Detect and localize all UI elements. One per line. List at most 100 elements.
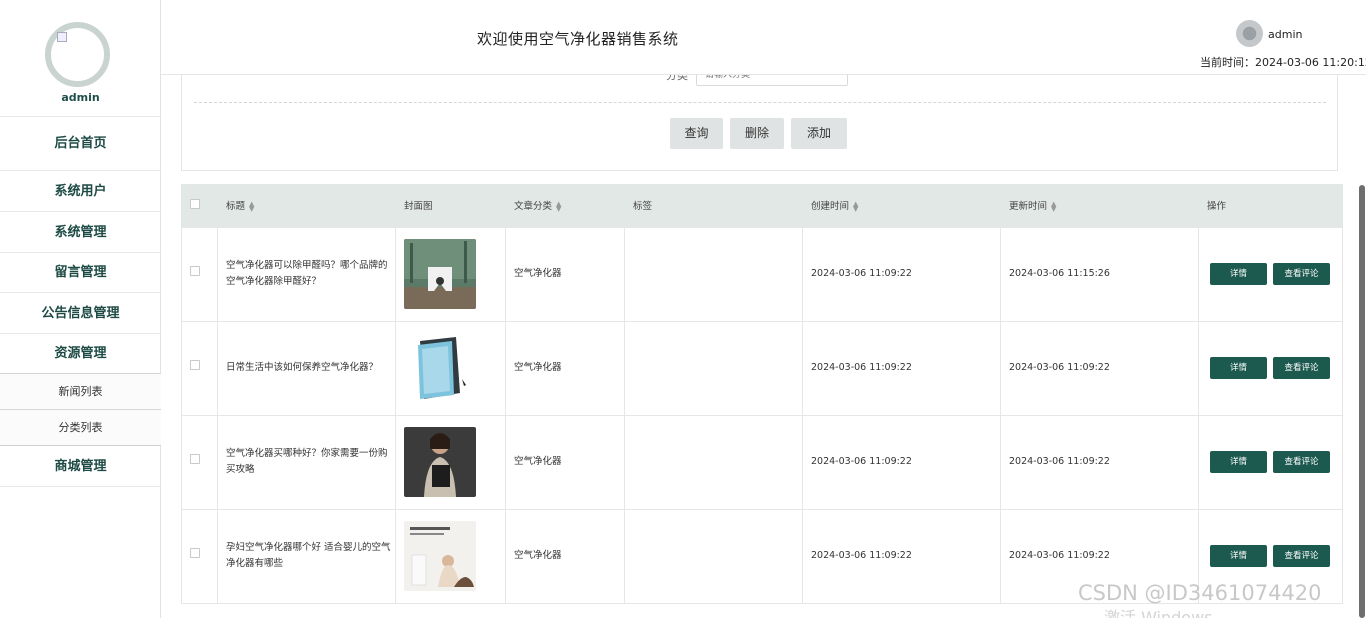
sidebar-item-shop[interactable]: 商城管理: [0, 445, 161, 486]
cover-cell: [395, 508, 506, 604]
news-table: 标题 ▲ ▼ 封面图 文章分类 ▲ ▼ 标签 创建时间 ▲ ▼ 更新时间 ▲ ▼ 操作 空气净化…: [181, 184, 1343, 604]
select-all-checkbox[interactable]: [190, 198, 200, 209]
created-cell: 2024-03-06 11:09:22: [802, 414, 1001, 510]
column-cover-label: 封面图: [404, 201, 433, 213]
broken-image-icon: [57, 32, 67, 42]
cover-image: [404, 333, 476, 403]
column-created[interactable]: 创建时间 ▲ ▼: [802, 184, 1001, 227]
sidebar-item-home[interactable]: 后台首页: [0, 116, 161, 170]
column-cover: 封面图: [395, 184, 506, 227]
actions-cell: 详情 查看评论: [1198, 414, 1343, 510]
cover-cell: [395, 226, 506, 322]
column-category-label: 文章分类: [514, 201, 553, 213]
header: 欢迎使用空气净化器销售系统 admin 当前时间：2024-03-06 11:2…: [161, 0, 1366, 75]
cover-cell: [395, 320, 506, 416]
column-actions: 操作: [1198, 184, 1343, 227]
table-row: 空气净化器买哪种好？你家需要一份购买攻略 空气净化器 2024-03-06 11…: [181, 414, 1343, 510]
column-title[interactable]: 标题 ▲ ▼: [217, 184, 396, 227]
title-cell: 空气净化器买哪种好？你家需要一份购买攻略: [217, 414, 396, 510]
tag-cell: [624, 226, 803, 322]
title-cell: 空气净化器可以除甲醛吗？哪个品牌的空气净化器除甲醛好？: [217, 226, 396, 322]
table-header-row: 标题 ▲ ▼ 封面图 文章分类 ▲ ▼ 标签 创建时间 ▲ ▼ 更新时间 ▲ ▼ 操作: [181, 184, 1343, 227]
delete-button[interactable]: 删除: [730, 118, 784, 149]
sort-icon[interactable]: ▲ ▼: [249, 200, 254, 212]
detail-button[interactable]: 详情: [1210, 545, 1267, 567]
sidebar-item-announcements[interactable]: 公告信息管理: [0, 292, 161, 333]
windows-activation-watermark: 激活 Windows: [1104, 608, 1213, 618]
user-avatar-icon[interactable]: [1236, 20, 1263, 47]
row-select-cell[interactable]: [181, 320, 218, 416]
sidebar-subitem-news-list[interactable]: 新闻列表: [0, 373, 161, 409]
column-created-label: 创建时间: [811, 201, 850, 213]
divider: [194, 102, 1326, 103]
created-cell: 2024-03-06 11:09:22: [802, 508, 1001, 604]
column-updated[interactable]: 更新时间 ▲ ▼: [1000, 184, 1199, 227]
column-category[interactable]: 文章分类 ▲ ▼: [505, 184, 625, 227]
table-row: 日常生活中该如何保养空气净化器？ 空气净化器 2024-03-06 11:09:…: [181, 320, 1343, 416]
row-select-cell[interactable]: [181, 414, 218, 510]
header-select-all[interactable]: [181, 184, 218, 227]
detail-button[interactable]: 详情: [1210, 451, 1267, 473]
actions-cell: 详情 查看评论: [1198, 320, 1343, 416]
category-cell: 空气净化器: [505, 508, 625, 604]
view-comments-button[interactable]: 查看评论: [1273, 545, 1331, 567]
sort-icon[interactable]: ▲ ▼: [853, 200, 858, 212]
created-cell: 2024-03-06 11:09:22: [802, 226, 1001, 322]
category-cell: 空气净化器: [505, 414, 625, 510]
search-panel: 分类 查询 删除 添加: [181, 60, 1338, 171]
updated-cell: 2024-03-06 11:09:22: [1000, 414, 1199, 510]
tag-cell: [624, 320, 803, 416]
avatar: [45, 22, 110, 87]
sort-icon[interactable]: ▲ ▼: [556, 200, 561, 212]
tag-cell: [624, 414, 803, 510]
sidebar-item-system-users[interactable]: 系统用户: [0, 170, 161, 211]
cover-cell: [395, 414, 506, 510]
category-cell: 空气净化器: [505, 320, 625, 416]
detail-button[interactable]: 详情: [1210, 357, 1267, 379]
add-button[interactable]: 添加: [791, 118, 847, 149]
cover-image: [404, 239, 476, 309]
sidebar-item-resources[interactable]: 资源管理: [0, 333, 161, 373]
sort-icon[interactable]: ▲ ▼: [1051, 200, 1056, 212]
row-checkbox[interactable]: [190, 548, 200, 558]
app-frame: admin 后台首页 系统用户 系统管理 留言管理 公告信息管理 资源管理 新闻…: [0, 0, 1366, 618]
sidebar-username: admin: [61, 91, 100, 104]
page-scrollbar[interactable]: [1359, 185, 1365, 618]
updated-cell: 2024-03-06 11:15:26: [1000, 226, 1199, 322]
query-button[interactable]: 查询: [670, 118, 723, 149]
view-comments-button[interactable]: 查看评论: [1273, 451, 1331, 473]
row-checkbox[interactable]: [190, 454, 200, 464]
detail-button[interactable]: 详情: [1210, 263, 1267, 285]
header-username[interactable]: admin: [1268, 28, 1302, 41]
tag-cell: [624, 508, 803, 604]
row-select-cell[interactable]: [181, 226, 218, 322]
view-comments-button[interactable]: 查看评论: [1273, 357, 1331, 379]
table-row: 空气净化器可以除甲醛吗？哪个品牌的空气净化器除甲醛好？ 空气净化器 2024-0…: [181, 226, 1343, 322]
current-time: 当前时间：2024-03-06 11:20:12: [1200, 54, 1366, 70]
cover-image: [404, 427, 476, 497]
title-cell: 日常生活中该如何保养空气净化器？: [217, 320, 396, 416]
category-cell: 空气净化器: [505, 226, 625, 322]
row-checkbox[interactable]: [190, 360, 200, 370]
cover-image: [404, 521, 476, 591]
column-tag: 标签: [624, 184, 803, 227]
column-tag-label: 标签: [633, 201, 653, 213]
sidebar-item-messages[interactable]: 留言管理: [0, 252, 161, 292]
sidebar-subitem-category-list[interactable]: 分类列表: [0, 409, 161, 445]
row-select-cell[interactable]: [181, 508, 218, 604]
sidebar-item-system-management[interactable]: 系统管理: [0, 211, 161, 252]
page-title: 欢迎使用空气净化器销售系统: [477, 30, 679, 48]
column-actions-label: 操作: [1207, 201, 1227, 213]
updated-cell: 2024-03-06 11:09:22: [1000, 320, 1199, 416]
sidebar: admin 后台首页 系统用户 系统管理 留言管理 公告信息管理 资源管理 新闻…: [0, 0, 161, 618]
current-time-value: 2024-03-06 11:20:12: [1255, 56, 1366, 69]
csdn-watermark: CSDN @ID3461074420: [1078, 581, 1322, 605]
actions-cell: 详情 查看评论: [1198, 226, 1343, 322]
sidebar-menu: 后台首页 系统用户 系统管理 留言管理 公告信息管理 资源管理 新闻列表 分类列…: [0, 116, 161, 487]
row-checkbox[interactable]: [190, 266, 200, 276]
created-cell: 2024-03-06 11:09:22: [802, 320, 1001, 416]
title-cell: 孕妇空气净化器哪个好 适合婴儿的空气净化器有哪些: [217, 508, 396, 604]
column-updated-label: 更新时间: [1009, 201, 1048, 213]
view-comments-button[interactable]: 查看评论: [1273, 263, 1331, 285]
current-time-label: 当前时间：: [1200, 56, 1255, 69]
